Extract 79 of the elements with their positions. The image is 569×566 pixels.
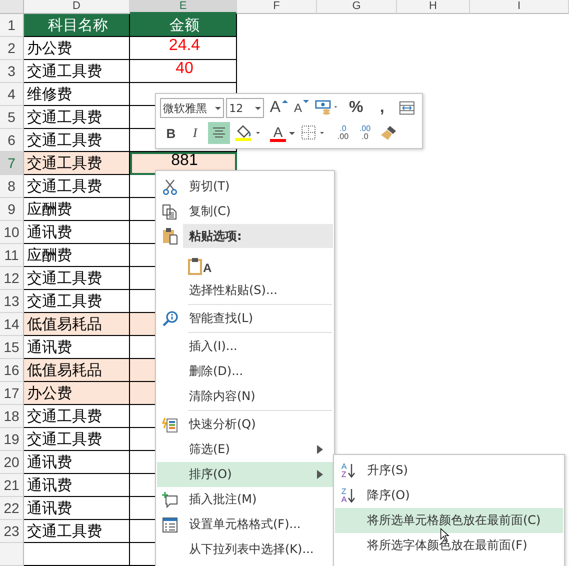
table-cell: 通讯费 xyxy=(24,221,130,244)
table-cell: 交通工具费 xyxy=(24,60,130,83)
paste-option-button[interactable]: A xyxy=(188,251,212,275)
quick-analysis-icon xyxy=(162,416,178,432)
row-number[interactable]: 7 xyxy=(0,152,24,175)
menu-item[interactable]: 选择性粘贴(S)... xyxy=(157,278,333,303)
font-size-dropdown[interactable]: 12 xyxy=(226,98,264,118)
row-number[interactable]: 10 xyxy=(0,221,24,244)
menu-item[interactable]: 插入批注(M) xyxy=(157,487,333,512)
menu-item[interactable]: 智能查找(L) xyxy=(157,306,333,331)
table-cell: 应酬费 xyxy=(24,244,130,267)
center-align-button[interactable] xyxy=(208,122,230,144)
row-number[interactable]: 19 xyxy=(0,428,24,451)
scissors-icon xyxy=(162,178,178,194)
table-cell: 通讯费 xyxy=(24,497,130,520)
row-number[interactable]: 20 xyxy=(0,451,24,474)
table-cell: 交通工具费 xyxy=(24,152,130,175)
row-number[interactable]: 6 xyxy=(0,129,24,152)
row-number[interactable]: 11 xyxy=(0,244,24,267)
menu-item[interactable]: 排序(O) xyxy=(157,462,333,487)
row-number[interactable]: 13 xyxy=(0,290,24,313)
table-cell: 交通工具费 xyxy=(24,428,130,451)
menu-item[interactable]: 快速分析(Q) xyxy=(157,412,333,437)
table-cell: 通讯费 xyxy=(24,451,130,474)
menu-item[interactable]: 插入(I)... xyxy=(157,334,333,359)
row-number[interactable]: 14 xyxy=(0,313,24,336)
column-header[interactable]: F xyxy=(237,0,317,14)
row-number[interactable]: 3 xyxy=(0,60,24,83)
row-number[interactable]: 18 xyxy=(0,405,24,428)
align-center-icon xyxy=(212,127,226,139)
row-number[interactable]: 8 xyxy=(0,175,24,198)
table-cell: 交通工具费 xyxy=(24,405,130,428)
menu-item[interactable]: 设置单元格格式(F)... xyxy=(157,512,333,537)
table-cell: 交通工具费 xyxy=(24,175,130,198)
row-number[interactable]: 15 xyxy=(0,336,24,359)
row-number[interactable]: 9 xyxy=(0,198,24,221)
table-cell: 交通工具费 xyxy=(24,267,130,290)
row-number[interactable]: 16 xyxy=(0,359,24,382)
row-number[interactable]: 21 xyxy=(0,474,24,497)
row-number[interactable]: 17 xyxy=(0,382,24,405)
table-cell: 低值易耗品 xyxy=(24,359,130,382)
row-number[interactable]: 23 xyxy=(0,520,24,543)
menu-item[interactable]: 剪切(T) xyxy=(157,174,333,199)
row-number[interactable]: 1 xyxy=(0,14,24,37)
table-cell: 低值易耗品 xyxy=(24,313,130,336)
table-header-cell: 金额 xyxy=(130,14,237,37)
menu-item[interactable]: 清除内容(N) xyxy=(157,384,333,409)
menu-item[interactable]: 从下拉列表中选择(K)... xyxy=(157,537,333,562)
row-number[interactable]: 4 xyxy=(0,83,24,106)
column-header[interactable]: G xyxy=(317,0,397,14)
menu-item[interactable]: Z A 降序(O) xyxy=(335,483,563,508)
comment-icon xyxy=(162,492,178,508)
column-header[interactable]: I xyxy=(470,0,569,14)
table-header-cell: 科目名称 xyxy=(24,14,130,37)
row-number[interactable]: 22 xyxy=(0,497,24,520)
menu-item[interactable]: 将所选字体颜色放在最前面(F) xyxy=(335,533,563,558)
table-cell: 交通工具费 xyxy=(24,520,130,543)
menu-item[interactable]: 筛选(E) xyxy=(157,437,333,462)
font-dropdown[interactable]: 微软雅黑 xyxy=(160,98,224,118)
row-number[interactable]: 2 xyxy=(0,37,24,60)
table-cell: 维修费 xyxy=(24,83,130,106)
column-header[interactable]: D xyxy=(24,0,130,14)
menu-item[interactable]: A Z 升序(S) xyxy=(335,458,563,483)
row-number[interactable]: 12 xyxy=(0,267,24,290)
table-cell: 交通工具费 xyxy=(24,106,130,129)
copy-icon xyxy=(162,204,178,220)
table-cell: 通讯费 xyxy=(24,474,130,497)
search-icon xyxy=(162,310,178,326)
table-cell: 应酬费 xyxy=(24,198,130,221)
menu-item[interactable]: 复制(C) xyxy=(157,199,333,224)
column-header[interactable]: H xyxy=(397,0,470,14)
menu-item[interactable]: 删除(D)... xyxy=(157,359,333,384)
row-number[interactable]: 5 xyxy=(0,106,24,129)
paste-icon xyxy=(162,227,178,245)
table-cell: 办公费 xyxy=(24,382,130,405)
column-header[interactable]: E xyxy=(130,0,237,14)
menu-item[interactable]: 将所选单元格颜色放在最前面(C) xyxy=(335,508,563,533)
format-cells-icon xyxy=(162,516,178,532)
table-cell: 办公费 xyxy=(24,37,130,60)
